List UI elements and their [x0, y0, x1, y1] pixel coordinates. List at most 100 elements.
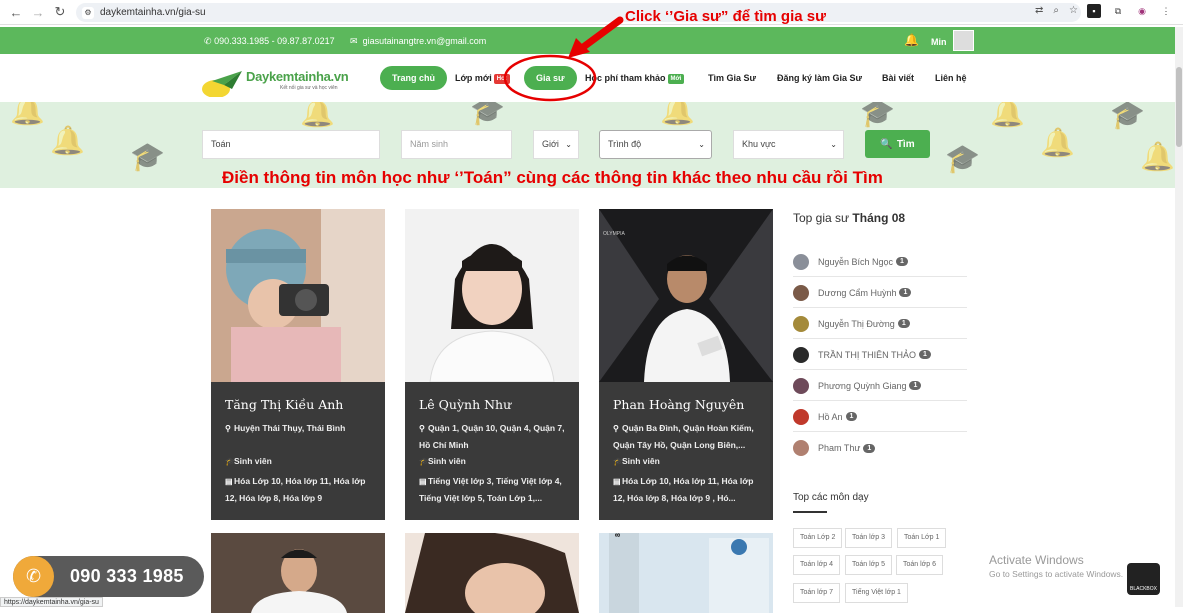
page-scrollbar[interactable] [1175, 27, 1183, 607]
subject-tag[interactable]: Toán lớp 3 [845, 528, 893, 548]
tutor-name[interactable]: Tăng Thị Kiều Anh [225, 397, 343, 412]
forward-icon[interactable]: → [27, 1, 49, 23]
phone-icon: ✆ [13, 556, 54, 597]
tutor-card[interactable]: 80036 [599, 533, 773, 613]
top-tutor-item[interactable]: Dương Cẩm Huỳnh 1 [793, 278, 967, 308]
subject-tag[interactable]: Toán Lớp 1 [897, 528, 947, 548]
menu-new-classes[interactable]: Lớp mới Hot [455, 66, 510, 90]
tutor-photo [405, 209, 579, 382]
tutor-card[interactable]: OLYMPIA Phan Hoàng Nguyên ⚲ Quận Ba Đình,… [599, 209, 773, 520]
subject-tag[interactable]: Toán lớp 6 [896, 555, 944, 575]
top-tutor-item[interactable]: Phương Quỳnh Giang 1 [793, 371, 967, 401]
menu-register-tutor[interactable]: Đăng ký làm Gia Sư [777, 66, 862, 90]
email-text: giasutainangtre.vn@gmail.com [362, 36, 487, 46]
top-tutor-item[interactable]: Nguyễn Thị Đường 1 [793, 309, 967, 339]
level-value: Trình độ [608, 139, 642, 149]
extension-icon[interactable]: ▪ [1087, 4, 1101, 18]
tutor-card[interactable] [211, 533, 385, 613]
menu-fees-label: Học phí tham khảo [585, 73, 666, 83]
tutor-card[interactable] [405, 533, 579, 613]
birth-year-placeholder: Năm sinh [410, 139, 449, 149]
subject-tag[interactable]: Tiếng Việt lớp 1 [845, 583, 908, 603]
reload-icon[interactable]: ↻ [49, 1, 71, 23]
search-icon: 🔍 [880, 138, 893, 150]
top-tutor-item[interactable]: Hồ An 1 [793, 402, 967, 432]
top-tutor-item[interactable]: Nguyễn Bích Ngọc 1 [793, 247, 967, 277]
subject-input[interactable]: Toán [202, 130, 380, 159]
tutor-name[interactable]: Phan Hoàng Nguyên [613, 397, 744, 412]
top-tutor-name: Phương Quỳnh Giang [818, 380, 907, 391]
user-name[interactable]: Min [931, 37, 947, 47]
bell-decor-icon: 🔔 [50, 125, 85, 156]
top-tutor-item[interactable]: TRẦN THỊ THIÊN THẢO 1 [793, 340, 967, 370]
blackbox-widget[interactable]: BLACKBOX [1127, 563, 1160, 595]
address-bar[interactable]: ⚙ daykemtainha.vn/gia-su [76, 3, 1081, 22]
profile-icon[interactable]: ◉ [1135, 4, 1149, 18]
map-pin-icon: ⚲ [419, 424, 425, 433]
bell-decor-icon: 🔔 [990, 102, 1025, 128]
count-badge: 1 [899, 288, 912, 297]
book-icon: ▤ [419, 477, 427, 486]
subject-tag[interactable]: Toán lớp 4 [793, 555, 841, 575]
subject-tag[interactable]: Toán Lớp 2 [793, 528, 843, 548]
scroll-thumb[interactable] [1176, 67, 1182, 147]
contact-topbar: ✆ 090.333.1985 - 09.87.87.0217 ✉ giasuta… [0, 27, 1183, 54]
avatar [793, 377, 809, 394]
count-badge: 1 [863, 443, 876, 453]
avatar [793, 346, 809, 363]
tutor-location: ⚲ Huyện Thái Thụy, Thái Bình [225, 420, 375, 437]
blackbox-label: BLACKBOX [1130, 586, 1157, 592]
count-badge: 1 [845, 412, 858, 421]
count-badge: 1 [909, 381, 922, 390]
tutor-role: 🎓Sinh viên [613, 453, 763, 470]
menu-home[interactable]: Trang chủ [380, 66, 448, 90]
site-info-icon[interactable]: ⚙ [82, 6, 94, 19]
chevron-down-icon: ⌄ [565, 140, 572, 149]
tutor-role-text: Sinh viên [428, 456, 466, 466]
tutor-photo [599, 209, 773, 382]
bookmark-star-icon[interactable]: ☆ [1069, 5, 1078, 16]
top-tutors-title: Top gia sư Tháng 08 [793, 211, 905, 225]
back-icon[interactable]: ← [5, 1, 27, 23]
menu-tutors[interactable]: Gia sư [524, 66, 577, 90]
top-tutor-item[interactable]: Pham Thư 1 [793, 433, 967, 463]
graduation-cap-decor-icon: 🎓 [470, 102, 505, 126]
top-tutor-name: Hồ An [818, 411, 843, 422]
search-button[interactable]: 🔍 Tìm [865, 130, 930, 158]
count-badge: 1 [896, 257, 908, 266]
avatar [793, 253, 809, 270]
graduation-cap-icon: 🎓 [419, 457, 429, 466]
translate-icon[interactable]: ⇄ [1035, 5, 1043, 16]
site-logo[interactable]: Daykemtainha.vn Kết nối gia sư và học vi… [202, 67, 349, 97]
menu-find-tutor[interactable]: Tìm Gia Sư [708, 66, 756, 90]
menu-dots-icon[interactable]: ⋮ [1159, 4, 1173, 18]
tutor-card[interactable]: Tăng Thị Kiều Anh ⚲ Huyện Thái Thụy, Thái… [211, 209, 385, 520]
puzzle-icon[interactable]: ⧉ [1111, 4, 1125, 18]
area-select[interactable]: Khu vực ⌄ [733, 130, 844, 159]
annotation-bottom: Điền thông tin môn học như ‘’Toán” cùng … [222, 168, 883, 187]
tutor-card[interactable]: Lê Quỳnh Như ⚲ Quận 1, Quận 10, Quận 4, Q… [405, 209, 579, 520]
birth-year-input[interactable]: Năm sinh [401, 130, 512, 159]
graduation-cap-icon: 🎓 [613, 457, 623, 466]
subject-tag[interactable]: Toán lớp 7 [793, 583, 841, 603]
tutor-name[interactable]: Lê Quỳnh Như [419, 397, 511, 412]
gender-select[interactable]: Giới ⌄ [533, 130, 579, 159]
subject-tag[interactable]: Toán lớp 5 [845, 555, 893, 575]
hotline-button[interactable]: ✆ 090 333 1985 [13, 556, 204, 597]
topbar-email[interactable]: ✉ giasutainangtre.vn@gmail.com [350, 36, 486, 47]
menu-posts[interactable]: Bài viết [882, 66, 914, 90]
menu-fees[interactable]: Học phí tham khảo Mới [585, 66, 685, 90]
top-tutor-name: TRẦN THỊ THIÊN THẢO [818, 349, 917, 360]
zoom-icon[interactable]: ⌕ [1053, 5, 1059, 16]
top-tutor-name: Nguyễn Bích Ngọc [818, 256, 894, 267]
bell-icon[interactable]: 🔔 [904, 33, 919, 47]
avatar[interactable] [953, 30, 974, 51]
search-button-label: Tìm [896, 138, 915, 150]
top-tutors-month: Tháng 08 [852, 211, 906, 225]
topbar-phone[interactable]: ✆ 090.333.1985 - 09.87.87.0217 [204, 36, 335, 47]
logo-slogan: Kết nối gia sư và học viên [280, 85, 338, 91]
photo-label: OLYMPIA [603, 231, 625, 237]
tutor-location-text: Huyện Thái Thụy, Thái Bình [234, 423, 346, 433]
level-select[interactable]: Trình độ ⌄ [599, 130, 712, 159]
menu-contact[interactable]: Liên hệ [935, 66, 967, 90]
